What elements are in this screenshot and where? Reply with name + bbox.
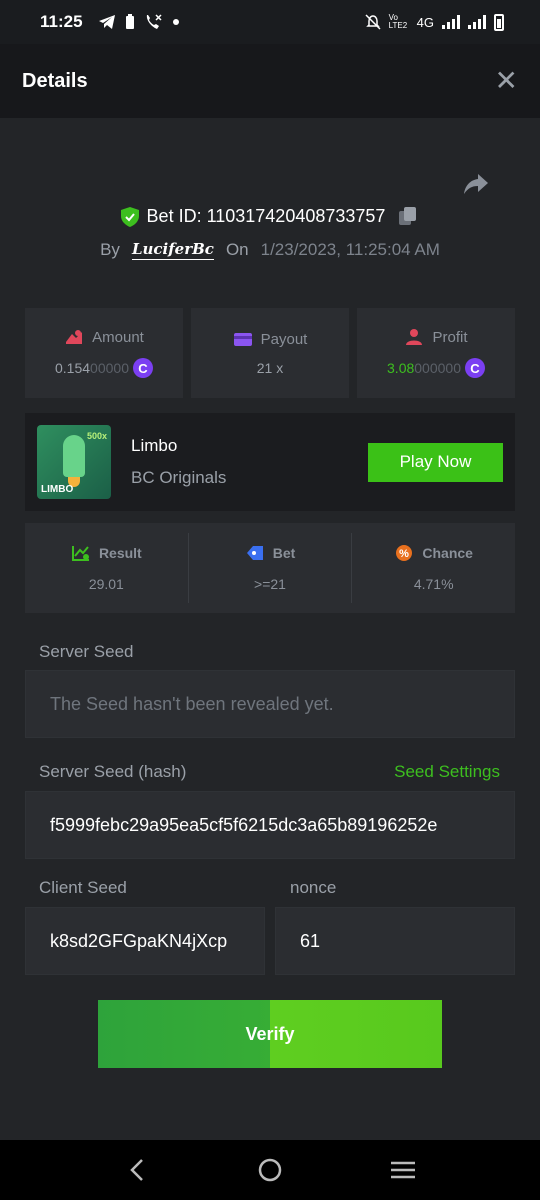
chance-value: 4.71% <box>413 576 454 592</box>
payout-value: 21 x <box>256 360 284 376</box>
nonce-field[interactable]: 61 <box>275 907 515 975</box>
status-bar: 11:25 Vo LTE2 4G <box>0 0 540 44</box>
amount-value: 0.15400000 <box>55 360 129 376</box>
game-thumbnail[interactable]: 500x LIMBO <box>37 425 111 499</box>
network-type: 4G <box>416 14 434 30</box>
percent-icon: % <box>396 545 413 561</box>
coin-icon: C <box>132 358 153 378</box>
chance-label: Chance <box>422 545 473 561</box>
server-seed-hash-label: Server Seed (hash) <box>39 762 187 781</box>
server-seed-hash-field[interactable]: f5999febc29a95ea5cf5f6215dc3a65b89196252… <box>25 791 515 859</box>
bet-stats: Amount 0.15400000 C Payout 21 x Profit 3… <box>25 308 515 398</box>
verify-button[interactable]: Verify <box>98 1000 442 1068</box>
bet-byline: By LuciferBc On 1/23/2023, 11:25:04 AM <box>0 240 540 260</box>
status-time: 11:25 <box>40 12 83 31</box>
game-card: 500x LIMBO Limbo BC Originals Play Now <box>25 413 515 511</box>
game-name: Limbo <box>131 436 178 455</box>
bet-id-row: Bet ID: 110317420408733757 <box>0 206 540 227</box>
signal-2-icon <box>468 15 486 29</box>
system-nav-bar <box>0 1140 540 1200</box>
copy-icon[interactable] <box>399 206 419 227</box>
battery-icon <box>494 13 504 31</box>
client-seed-field[interactable]: k8sd2GFGpaKN4jXcp <box>25 907 265 975</box>
username-link[interactable]: LuciferBc <box>131 240 214 260</box>
profit-label: Profit <box>432 328 468 346</box>
nonce-label: nonce <box>290 878 337 897</box>
result-chart-icon <box>71 546 89 561</box>
phone-call-icon <box>146 14 162 29</box>
home-nav-icon[interactable] <box>250 1150 290 1190</box>
bet-date: 1/23/2023, 11:25:04 AM <box>260 240 440 259</box>
amount-label: Amount <box>92 328 144 346</box>
server-seed-label: Server Seed <box>39 642 134 661</box>
profit-value: 3.08000000 <box>387 360 461 376</box>
rocket-icon <box>63 435 85 477</box>
play-now-button[interactable]: Play Now <box>368 442 503 482</box>
amount-card: Amount 0.15400000 C <box>25 308 183 398</box>
bet-results: Result 29.01 Bet >=21 % Chance 4.71% <box>25 523 515 613</box>
signal-1-icon <box>442 15 460 29</box>
payout-label: Payout <box>260 330 308 348</box>
verified-shield-icon <box>120 206 139 227</box>
chance-col: % Chance 4.71% <box>351 533 515 603</box>
volte-indicator: Vo LTE2 <box>388 13 408 30</box>
game-provider: BC Originals <box>131 468 227 487</box>
profit-icon <box>406 329 423 345</box>
mute-bell-icon <box>365 14 381 30</box>
coin-icon: C <box>464 358 485 378</box>
bet-label: Bet <box>272 545 296 561</box>
bet-col: Bet >=21 <box>187 533 352 603</box>
bet-id: Bet ID: 110317420408733757 <box>146 206 386 226</box>
details-content: Bet ID: 110317420408733757 By LuciferBc … <box>0 118 540 1140</box>
server-seed-field[interactable]: The Seed hasn't been revealed yet. <box>25 670 515 738</box>
payout-card: Payout 21 x <box>191 308 349 398</box>
telegram-icon <box>98 15 115 29</box>
client-seed-label: Client Seed <box>39 878 127 897</box>
share-icon[interactable] <box>462 170 490 198</box>
on-label: On <box>225 240 249 259</box>
by-label: By <box>100 240 120 259</box>
wallet-icon <box>233 333 252 346</box>
close-icon[interactable]: ✕ <box>495 67 518 95</box>
svg-text:%: % <box>400 548 410 560</box>
modal-header: Details ✕ <box>0 44 540 118</box>
profit-card: Profit 3.08000000 C <box>357 308 515 398</box>
result-label: Result <box>98 545 142 561</box>
seed-settings-link[interactable]: Seed Settings <box>394 762 500 782</box>
battery-saver-icon <box>125 14 134 29</box>
notification-dot-icon <box>172 19 179 25</box>
result-value: 29.01 <box>88 576 124 592</box>
bet-value: >=21 <box>254 576 286 592</box>
back-nav-icon[interactable] <box>117 1150 157 1190</box>
amount-icon <box>66 330 83 344</box>
result-col: Result 29.01 <box>25 533 188 603</box>
modal-title: Details <box>22 69 88 92</box>
bet-tag-icon <box>246 546 263 560</box>
recents-nav-icon[interactable] <box>383 1150 423 1190</box>
